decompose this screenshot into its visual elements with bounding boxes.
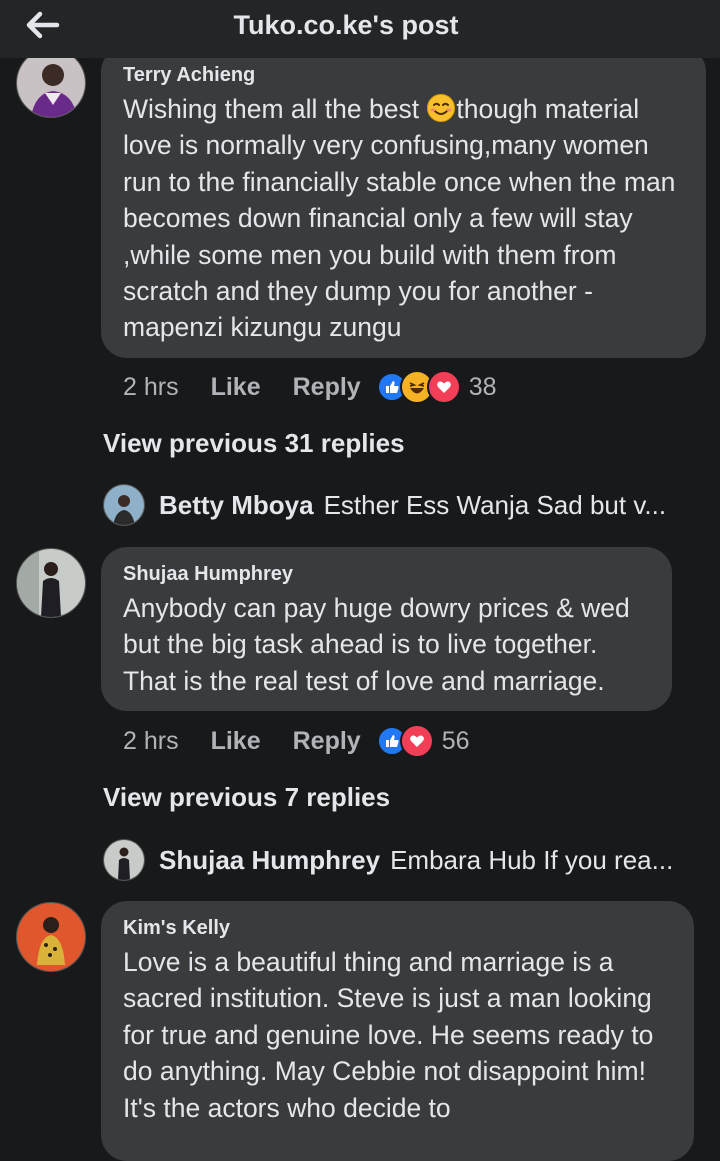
comment-actions: 2 hrs Like Reply 56 <box>123 724 470 758</box>
profile-photo <box>17 49 85 117</box>
reply-author: Betty Mboya <box>159 490 314 520</box>
latest-reply-preview[interactable]: Shujaa Humphrey Embara Hub If you rea... <box>159 845 673 876</box>
profile-photo <box>104 840 144 880</box>
comment-time[interactable]: 2 hrs <box>123 727 179 756</box>
view-previous-replies-link[interactable]: View previous 7 replies <box>103 782 390 813</box>
comment-bubble: Shujaa Humphrey Anybody can pay huge dow… <box>101 547 672 711</box>
like-button[interactable]: Like <box>211 373 261 402</box>
comment-text: Anybody can pay huge dowry prices & wed … <box>123 593 630 696</box>
view-previous-replies-link[interactable]: View previous 31 replies <box>103 428 405 459</box>
comment-text-part: though material love is normally very co… <box>123 94 676 343</box>
comment-text-part: Wishing them all the best <box>123 94 427 124</box>
reply-text: Esther Ess Wanja Sad but v... <box>323 490 667 520</box>
reply-text: Embara Hub If you rea... <box>390 845 674 875</box>
comment-author[interactable]: Terry Achieng <box>123 64 684 87</box>
latest-reply-preview[interactable]: Betty Mboya Esther Ess Wanja Sad but v..… <box>159 490 666 521</box>
reaction-summary[interactable] <box>376 370 461 404</box>
reaction-summary[interactable] <box>376 724 434 758</box>
comment-time[interactable]: 2 hrs <box>123 373 179 402</box>
top-bar: Tuko.co.ke's post <box>0 0 720 58</box>
avatar[interactable] <box>103 484 145 526</box>
comment-bubble: Kim's Kelly Love is a beautiful thing an… <box>101 901 694 1161</box>
reply-button[interactable]: Reply <box>293 727 361 756</box>
love-reaction-icon <box>399 724 434 758</box>
avatar[interactable] <box>16 902 86 972</box>
avatar[interactable] <box>16 548 86 618</box>
profile-photo <box>17 549 85 617</box>
reply-author: Shujaa Humphrey <box>159 845 381 875</box>
avatar[interactable] <box>103 839 145 881</box>
reply-button[interactable]: Reply <box>293 373 361 402</box>
avatar[interactable] <box>16 48 86 118</box>
reaction-count[interactable]: 56 <box>442 727 470 756</box>
profile-photo <box>17 903 85 971</box>
comment-author[interactable]: Shujaa Humphrey <box>123 563 650 586</box>
smiling-face-icon <box>427 94 456 122</box>
comment-text: Love is a beautiful thing and marriage i… <box>123 947 654 1123</box>
comment-author[interactable]: Kim's Kelly <box>123 917 672 940</box>
comment-text: Wishing them all the best though materia… <box>123 91 684 346</box>
comment-actions: 2 hrs Like Reply 38 <box>123 370 497 404</box>
profile-photo <box>104 485 144 525</box>
page-title: Tuko.co.ke's post <box>233 10 459 40</box>
like-button[interactable]: Like <box>211 727 261 756</box>
reaction-count[interactable]: 38 <box>469 373 497 402</box>
love-reaction-icon <box>426 370 461 404</box>
comment-bubble: Terry Achieng Wishing them all the best … <box>101 46 706 358</box>
